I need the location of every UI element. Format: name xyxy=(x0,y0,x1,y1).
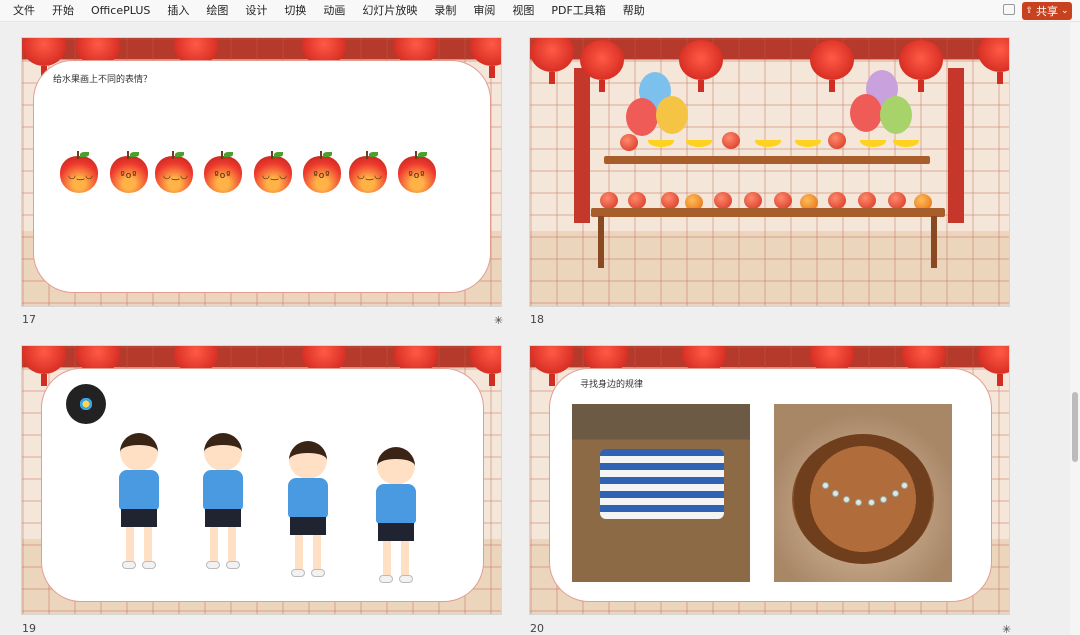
lantern-image xyxy=(810,40,854,92)
slide-thumbnail-19[interactable] xyxy=(21,345,502,615)
apple-image xyxy=(828,132,846,149)
content-card: 给水果画上不同的表情？ ◡‿◡ ºoº ◡‿◡ ºoº ◡‿◡ ºoº ◡‿◡ … xyxy=(33,60,491,293)
animation-marker-icon[interactable]: ✳ xyxy=(494,314,503,327)
balloon-image xyxy=(850,94,882,132)
bead xyxy=(855,499,862,506)
content-card: 寻找身边的规律 xyxy=(549,368,992,602)
lantern-image xyxy=(580,40,624,92)
apple-image xyxy=(774,192,792,209)
bead xyxy=(901,482,908,489)
child-image xyxy=(363,447,429,587)
apple-image: ºoº xyxy=(303,151,341,193)
apple-image xyxy=(620,134,638,151)
apple-image: ºoº xyxy=(110,151,148,193)
slide-title: 给水果画上不同的表情？ xyxy=(53,75,153,85)
lantern-image xyxy=(899,40,943,92)
menu-home[interactable]: 开始 xyxy=(43,0,82,22)
menu-transitions[interactable]: 切换 xyxy=(275,0,314,22)
lantern-image xyxy=(679,40,723,92)
menu-help[interactable]: 帮助 xyxy=(614,0,653,22)
apple-image xyxy=(888,192,906,209)
bracelet-photo xyxy=(774,404,952,582)
slide-number: 19 xyxy=(22,622,36,635)
child-image xyxy=(190,433,256,573)
menu-officeplus[interactable]: OfficePLUS xyxy=(82,0,158,22)
menu-animations[interactable]: 动画 xyxy=(314,0,353,22)
sweater-photo xyxy=(572,404,750,582)
bead xyxy=(822,482,829,489)
apple-image xyxy=(628,192,646,209)
menu-slideshow[interactable]: 幻灯片放映 xyxy=(353,0,425,22)
apple-image xyxy=(828,192,846,209)
bead xyxy=(868,499,875,506)
slide-number: 20 xyxy=(530,622,544,635)
apple-image xyxy=(744,192,762,209)
pillar xyxy=(948,68,964,223)
apple-image xyxy=(714,192,732,209)
balloon-image xyxy=(656,96,688,134)
slide-number: 18 xyxy=(530,313,544,326)
banana-image xyxy=(893,135,919,147)
banana-image xyxy=(686,135,712,147)
bead xyxy=(843,496,850,503)
slide-thumbnail-17[interactable]: 给水果画上不同的表情？ ◡‿◡ ºoº ◡‿◡ ºoº ◡‿◡ ºoº ◡‿◡ … xyxy=(21,37,502,307)
balloon-image xyxy=(880,96,912,134)
apple-image: ◡‿◡ xyxy=(254,151,292,193)
slide-number: 17 xyxy=(22,313,36,326)
menu-file[interactable]: 文件 xyxy=(4,0,43,22)
menu-review[interactable]: 审阅 xyxy=(464,0,503,22)
wooden-plate-image xyxy=(792,434,934,564)
banana-image xyxy=(860,135,886,147)
music-record-icon xyxy=(66,384,106,424)
apple-image: ºoº xyxy=(204,151,242,193)
balloon-image xyxy=(626,98,658,136)
comment-icon[interactable] xyxy=(1003,4,1015,15)
vertical-scrollbar[interactable] xyxy=(1070,23,1080,635)
menu-insert[interactable]: 插入 xyxy=(158,0,197,22)
apple-image: ◡‿◡ xyxy=(60,151,98,193)
slide-sorter: 给水果画上不同的表情？ ◡‿◡ ºoº ◡‿◡ ºoº ◡‿◡ ºoº ◡‿◡ … xyxy=(0,23,1080,635)
apple-image: ◡‿◡ xyxy=(155,151,193,193)
banana-image xyxy=(795,135,821,147)
bead xyxy=(832,490,839,497)
menu-record[interactable]: 录制 xyxy=(425,0,464,22)
apple-image xyxy=(858,192,876,209)
bead xyxy=(892,490,899,497)
apple-image xyxy=(661,192,679,209)
share-label: 共享 xyxy=(1036,5,1058,18)
bead xyxy=(880,496,887,503)
apple-image xyxy=(600,192,618,209)
animation-marker-icon[interactable]: ✳ xyxy=(1002,623,1011,635)
chevron-down-icon: ⌄ xyxy=(1061,6,1069,16)
child-image xyxy=(275,441,341,581)
table-leg xyxy=(598,216,604,268)
menu-view[interactable]: 视图 xyxy=(503,0,542,22)
child-image xyxy=(106,433,172,573)
content-card xyxy=(41,368,484,602)
menu-design[interactable]: 设计 xyxy=(236,0,275,22)
apple-image: ◡‿◡ xyxy=(349,151,387,193)
table-leg xyxy=(931,216,937,268)
apple-image xyxy=(722,132,740,149)
share-icon: ⇪ xyxy=(1025,6,1033,16)
sweater-image xyxy=(600,449,724,519)
share-button[interactable]: ⇪ 共享 ⌄ xyxy=(1022,2,1072,20)
table-bottom-shelf xyxy=(591,208,945,217)
banana-image xyxy=(755,135,781,147)
apple-image: ºoº xyxy=(398,151,436,193)
menu-draw[interactable]: 绘图 xyxy=(197,0,236,22)
pillar xyxy=(574,68,590,223)
slide-thumbnail-18[interactable] xyxy=(529,37,1010,307)
slide-thumbnail-20[interactable]: 寻找身边的规律 xyxy=(529,345,1010,615)
slide-title: 寻找身边的规律 xyxy=(580,380,644,390)
ribbon-tabs: 文件 开始 OfficePLUS 插入 绘图 设计 切换 动画 幻灯片放映 录制… xyxy=(0,0,653,22)
menu-bar: 文件 开始 OfficePLUS 插入 绘图 设计 切换 动画 幻灯片放映 录制… xyxy=(0,0,1080,22)
banana-image xyxy=(648,135,674,147)
menu-pdf-toolbox[interactable]: PDF工具箱 xyxy=(542,0,613,22)
scrollbar-thumb[interactable] xyxy=(1072,392,1078,462)
table-top-shelf xyxy=(604,156,930,164)
